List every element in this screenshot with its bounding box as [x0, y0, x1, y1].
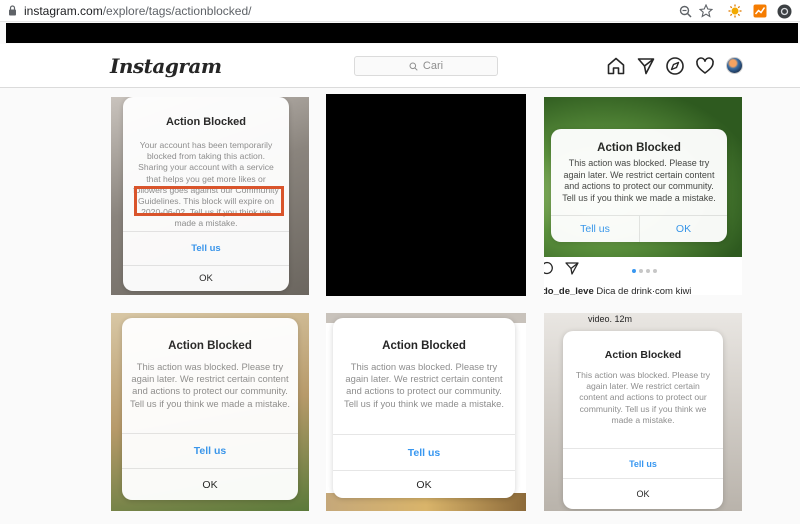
- browser-toolbar: instagram.com/explore/tags/actionblocked…: [0, 0, 800, 22]
- extension-sun-icon[interactable]: [727, 3, 743, 19]
- post-tile-6[interactable]: video. 12m Action Blocked This action wa…: [544, 313, 742, 511]
- url-path: /explore/tags/actionblocked/: [102, 4, 252, 18]
- avatar[interactable]: [726, 57, 743, 74]
- post-tile-3[interactable]: Action Blocked This action was blocked. …: [544, 97, 742, 295]
- dialog-title: Action Blocked: [382, 340, 466, 352]
- caption-username[interactable]: do_de_leve: [544, 286, 594, 295]
- address-bar[interactable]: instagram.com/explore/tags/actionblocked…: [24, 4, 251, 18]
- dialog-title: Action Blocked: [165, 116, 247, 128]
- heart-icon[interactable]: [695, 56, 715, 76]
- action-blocked-dialog-4: Action Blocked This action was blocked. …: [333, 318, 515, 498]
- dialog-title: Action Blocked: [597, 142, 681, 154]
- action-blocked-dialog-2: Action Blocked This action was blocked. …: [551, 129, 727, 242]
- ok-button[interactable]: OK: [639, 215, 727, 242]
- dialog-message: This action was blocked. Please try agai…: [130, 361, 290, 409]
- search-input[interactable]: Cari: [354, 56, 498, 76]
- bookmark-star-icon[interactable]: [698, 3, 714, 19]
- compass-icon[interactable]: [665, 56, 685, 76]
- ok-button[interactable]: OK: [333, 470, 515, 498]
- tell-us-button[interactable]: Tell us: [123, 231, 289, 265]
- action-blocked-dialog-5: Action Blocked This action was blocked. …: [563, 331, 723, 509]
- share-icon[interactable]: [565, 261, 579, 275]
- carousel-dots: [632, 269, 657, 273]
- dialog-title: Action Blocked: [168, 340, 252, 352]
- tell-us-button[interactable]: Tell us: [563, 448, 723, 478]
- zoom-icon[interactable]: [677, 3, 693, 19]
- dialog-message: This action was blocked. Please try agai…: [344, 361, 504, 409]
- caption-text: Dica de drink·com kiwi: [596, 286, 692, 295]
- dialog-title: Action Blocked: [604, 349, 682, 361]
- search-placeholder: Cari: [422, 60, 444, 72]
- post-tile-4[interactable]: Action Blocked This action was blocked. …: [111, 313, 309, 511]
- url-host: instagram.com: [24, 4, 103, 18]
- lock-icon: [9, 5, 16, 16]
- ok-button[interactable]: OK: [563, 478, 723, 509]
- redacted-bar: [6, 23, 798, 43]
- paper-plane-icon[interactable]: [636, 56, 656, 76]
- highlight-box: [134, 186, 284, 216]
- home-icon[interactable]: [606, 56, 626, 76]
- post-tile-5[interactable]: Action Blocked This action was blocked. …: [326, 313, 526, 511]
- ok-button[interactable]: OK: [123, 265, 289, 291]
- tell-us-button[interactable]: Tell us: [551, 215, 639, 242]
- tell-us-button[interactable]: Tell us: [122, 433, 298, 468]
- dialog-message: This action was blocked. Please try agai…: [575, 370, 711, 425]
- action-blocked-dialog-3: Action Blocked This action was blocked. …: [122, 318, 298, 500]
- extension-chart-icon[interactable]: [752, 3, 768, 19]
- post-meta-text: video. 12m: [588, 314, 633, 324]
- ok-button[interactable]: OK: [122, 468, 298, 500]
- post-caption: do_de_leve Dica de drink·com kiwi: [544, 286, 691, 295]
- instagram-header: Instagram Cari: [0, 44, 800, 88]
- tell-us-button[interactable]: Tell us: [333, 434, 515, 470]
- post-tile-2[interactable]: [326, 94, 526, 296]
- comment-icon[interactable]: [544, 261, 554, 275]
- search-icon: [409, 62, 418, 71]
- dialog-message: This action was blocked. Please try agai…: [562, 158, 716, 204]
- profile-icon[interactable]: [776, 3, 792, 19]
- instagram-logo[interactable]: Instagram: [110, 54, 222, 78]
